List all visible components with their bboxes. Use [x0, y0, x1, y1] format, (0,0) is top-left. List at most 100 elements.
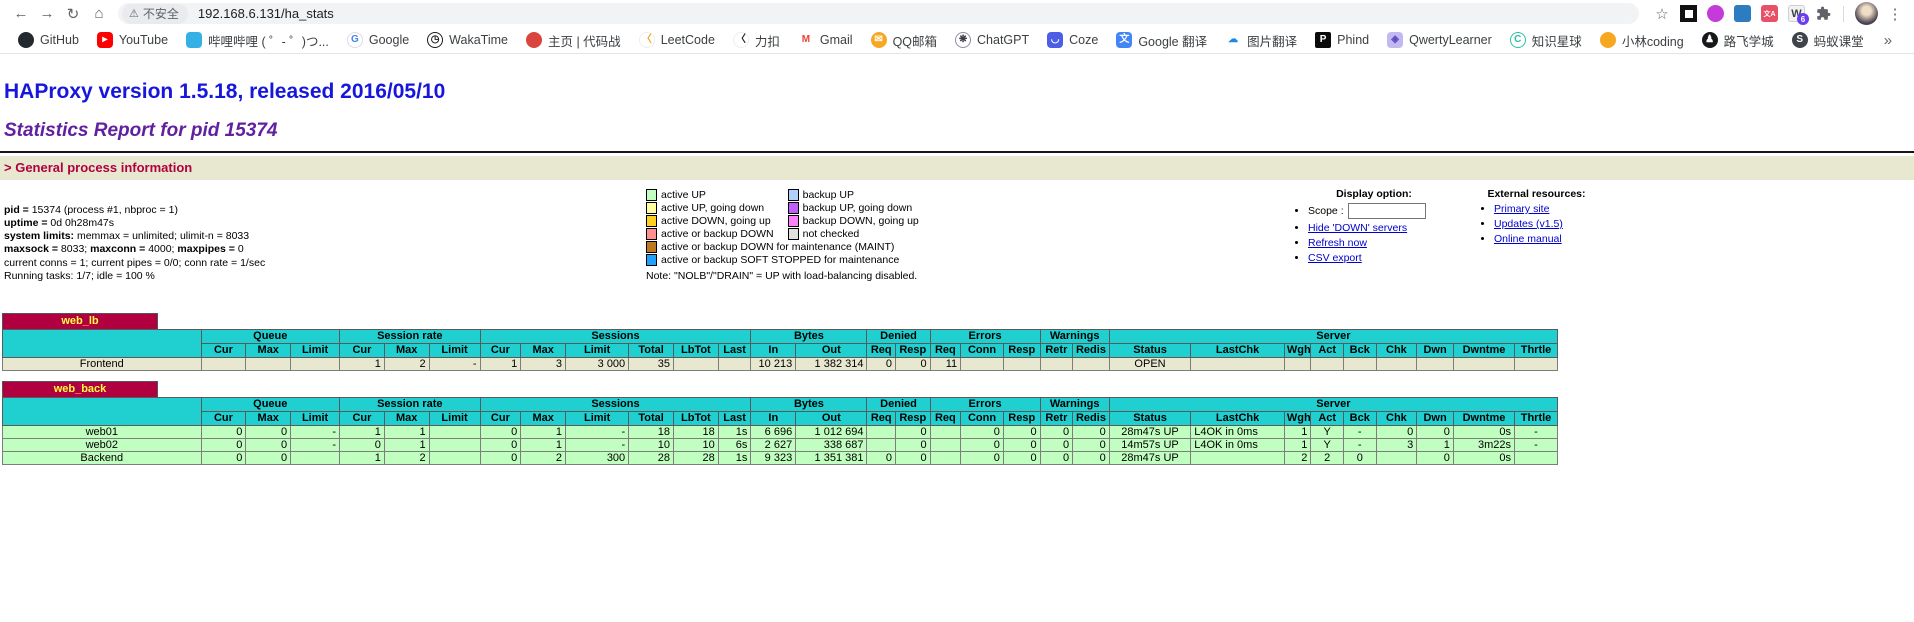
- cell: 1 012 694: [796, 425, 867, 438]
- cell: [201, 357, 246, 370]
- cell: 1: [521, 425, 566, 438]
- scope-input[interactable]: [1348, 203, 1426, 219]
- cell: 14m57s UP: [1109, 438, 1190, 451]
- cell: [1191, 357, 1285, 370]
- cell: 0: [895, 451, 930, 464]
- legend-label: active DOWN, going up: [657, 215, 788, 227]
- column-header-act: Act: [1311, 411, 1344, 425]
- column-group-name: [3, 397, 202, 425]
- cell: 0: [961, 425, 1004, 438]
- github-icon: [18, 32, 34, 48]
- bookmark-star-icon[interactable]: ☆: [1649, 3, 1675, 25]
- page-title-link[interactable]: HAProxy version 1.5.18, released 2016/05…: [4, 80, 1914, 104]
- refresh-now-link[interactable]: Refresh now: [1308, 237, 1367, 249]
- bookmark-item[interactable]: ❋ChatGPT: [947, 29, 1037, 51]
- bookmarks-overflow-icon[interactable]: »: [1884, 32, 1892, 49]
- cell: 6 696: [751, 425, 796, 438]
- bookmark-item[interactable]: ◷WakaTime: [419, 29, 516, 51]
- column-header-limit: Limit: [291, 411, 340, 425]
- updates-link[interactable]: Updates (v1.5): [1494, 218, 1563, 230]
- cell: 35: [629, 357, 674, 370]
- legend-label: not checked: [799, 228, 933, 240]
- cell: 2: [1284, 451, 1310, 464]
- bookmark-item[interactable]: ▸YouTube: [89, 29, 176, 51]
- hide-down-servers-link[interactable]: Hide 'DOWN' servers: [1308, 222, 1407, 234]
- cell: Y: [1311, 438, 1344, 451]
- bookmark-item[interactable]: S蚂蚁课堂: [1784, 28, 1872, 53]
- divider-line: [0, 151, 1914, 153]
- bookmark-item[interactable]: ◈QwertyLearner: [1379, 29, 1500, 51]
- csv-export-link[interactable]: CSV export: [1308, 252, 1362, 264]
- column-header-status: Status: [1109, 411, 1190, 425]
- online-manual-link[interactable]: Online manual: [1494, 233, 1562, 245]
- forward-button[interactable]: →: [34, 3, 60, 25]
- row-name: Frontend: [3, 357, 202, 370]
- bookmark-item[interactable]: 哔哩哔哩 ( ゜- ゜)つ...: [178, 28, 337, 53]
- security-label: 不安全: [143, 5, 179, 22]
- bookmark-item[interactable]: C知识星球: [1502, 28, 1590, 53]
- extensions-puzzle-icon[interactable]: [1810, 3, 1836, 25]
- back-button[interactable]: ←: [8, 3, 34, 25]
- cell: 0: [1003, 451, 1040, 464]
- bookmark-item[interactable]: GitHub: [10, 29, 87, 51]
- bookmark-item[interactable]: GGoogle: [339, 29, 417, 51]
- legend-swatch: [788, 189, 799, 201]
- bookmark-label: 力扣: [755, 31, 780, 50]
- cell: 9 323: [751, 451, 796, 464]
- bookmark-item[interactable]: ✉QQ邮箱: [863, 28, 945, 53]
- bookmark-item[interactable]: 文Google 翻译: [1108, 28, 1215, 53]
- ext-purple-icon[interactable]: [1707, 5, 1724, 22]
- process-info-line: system limits: memmax = unlimited; ulimi…: [4, 230, 646, 243]
- bookmark-item[interactable]: ◡Coze: [1039, 29, 1106, 51]
- cell: 0: [1343, 451, 1376, 464]
- bookmark-item[interactable]: ☁图片翻译: [1217, 28, 1305, 53]
- bookmark-item[interactable]: ♟路飞学城: [1694, 28, 1782, 53]
- cell: -: [1343, 425, 1376, 438]
- cell: 300: [566, 451, 629, 464]
- section-header: > General process information: [0, 156, 1914, 180]
- ext-wappalyzer-icon[interactable]: W6: [1788, 5, 1805, 22]
- ext-blue-icon[interactable]: [1734, 5, 1751, 22]
- column-group-errors: Errors: [930, 397, 1040, 411]
- security-chip[interactable]: ⚠ 不安全: [122, 4, 188, 24]
- cell: L4OK in 0ms: [1191, 438, 1285, 451]
- cell: 1 351 381: [796, 451, 867, 464]
- primary-site-link[interactable]: Primary site: [1494, 203, 1549, 215]
- menu-kebab-icon[interactable]: ⋮: [1882, 3, 1908, 25]
- process-info: pid = 15374 (process #1, nbproc = 1)upti…: [4, 184, 646, 283]
- bookmark-item[interactable]: 〈力扣: [725, 28, 788, 53]
- column-header-out: Out: [796, 343, 867, 357]
- cell: 1: [384, 438, 429, 451]
- bookmark-item[interactable]: 〈LeetCode: [631, 29, 723, 51]
- column-group-session-rate: Session rate: [340, 397, 481, 411]
- bookmark-item[interactable]: 小林coding: [1592, 28, 1692, 53]
- column-header-thrtle: Thrtle: [1515, 411, 1558, 425]
- column-header-chk: Chk: [1376, 343, 1417, 357]
- qqmail-icon: ✉: [871, 32, 887, 48]
- bookmark-item[interactable]: 主页 | 代码战: [518, 28, 629, 53]
- cell: -: [429, 357, 480, 370]
- ext-blackbox-icon[interactable]: [1680, 5, 1697, 22]
- reload-button[interactable]: ↻: [60, 3, 86, 25]
- bookmark-item[interactable]: MGmail: [790, 29, 861, 51]
- column-header-redis: Redis: [1073, 411, 1110, 425]
- cell: 10 213: [751, 357, 796, 370]
- ext-translate-icon[interactable]: 文A: [1761, 5, 1778, 22]
- row-backend: Backend00120230028281s9 3231 351 3810000…: [3, 451, 1558, 464]
- cell: 0: [340, 438, 385, 451]
- profile-avatar[interactable]: [1855, 2, 1878, 25]
- display-options: Display option: Scope :Hide 'DOWN' serve…: [1288, 184, 1460, 267]
- bookmark-item[interactable]: PPhind: [1307, 29, 1377, 51]
- column-header-retr: Retr: [1040, 411, 1073, 425]
- legend-label: active or backup DOWN: [657, 228, 788, 240]
- column-header-resp: Resp: [1003, 343, 1040, 357]
- cell: [930, 451, 961, 464]
- cell: [1040, 357, 1073, 370]
- address-bar[interactable]: ⚠ 不安全 192.168.6.131/ha_stats: [118, 3, 1639, 24]
- row-web02: web0200-0101-10106s2 627338 6870000014m5…: [3, 438, 1558, 451]
- cell: 0: [1003, 425, 1040, 438]
- column-header-req: Req: [867, 343, 896, 357]
- bookmark-label: 图片翻译: [1247, 31, 1297, 50]
- home-button[interactable]: ⌂: [86, 3, 112, 25]
- cell: 0: [961, 438, 1004, 451]
